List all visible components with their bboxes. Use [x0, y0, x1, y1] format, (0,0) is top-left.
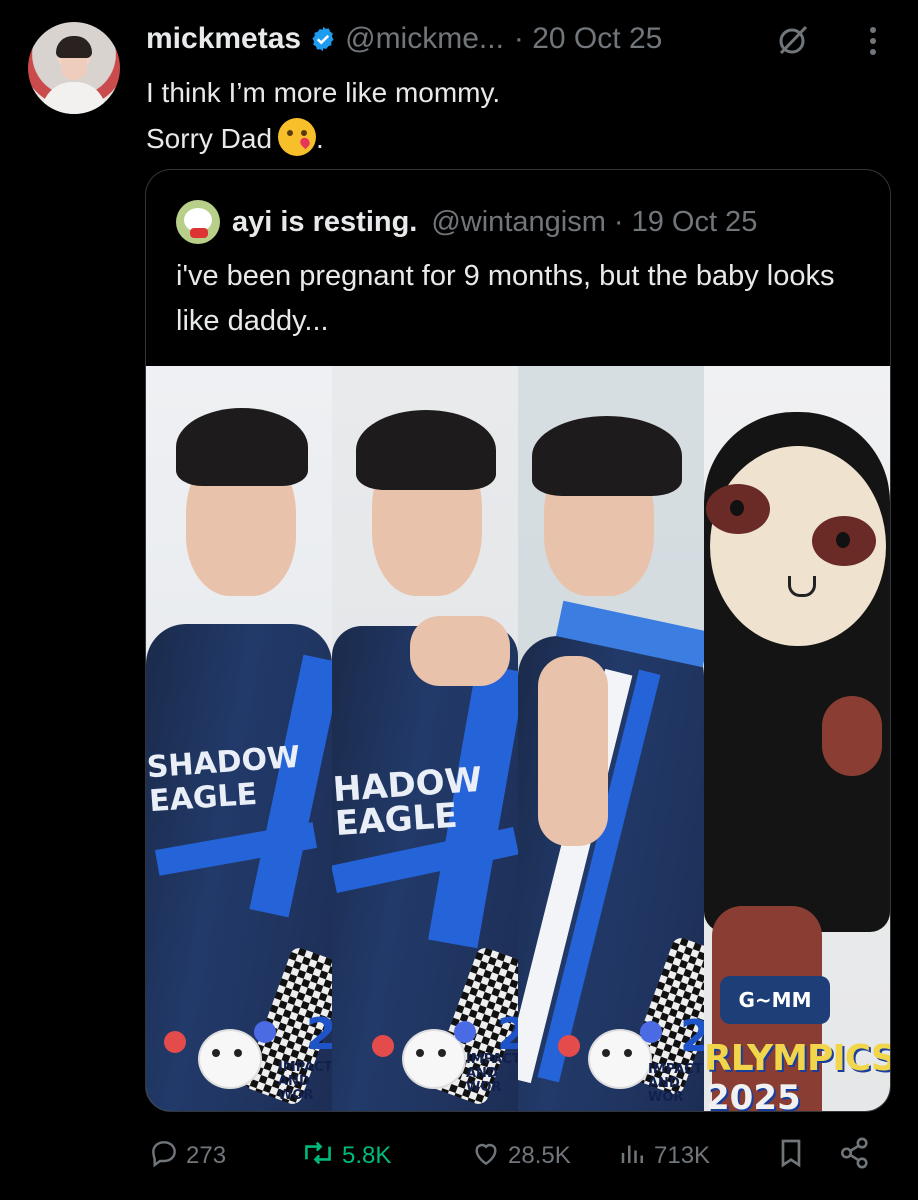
- like-button[interactable]: 28.5K: [470, 1132, 571, 1180]
- bookmark-button[interactable]: [775, 1132, 813, 1180]
- jersey-text-2: HADOW EAGLE: [332, 759, 484, 845]
- photo-panel-3[interactable]: 2 IMPACTAND WOR: [518, 366, 704, 1111]
- like-count: 28.5K: [508, 1142, 571, 1169]
- reply-button[interactable]: 273: [148, 1132, 226, 1180]
- tweet-header: mickmetas @mickme... · 20 Oct 25: [146, 18, 662, 60]
- tweet-text-line2-words: Sorry Dad: [146, 123, 273, 154]
- quote-author-handle[interactable]: @wintangism: [431, 206, 606, 239]
- reply-count: 273: [186, 1142, 227, 1169]
- reply-icon: [148, 1137, 186, 1176]
- quoted-tweet[interactable]: ayi is resting. @wintangism · 19 Oct 25 …: [145, 169, 891, 1112]
- tweet-text: I think I’m more like mommy. Sorry Dad.: [146, 70, 500, 162]
- tweet-text-line1: I think I’m more like mommy.: [146, 77, 501, 108]
- event-badge-2: 2 IMPACTAND WOR: [332, 945, 518, 1111]
- grok-icon[interactable]: [775, 22, 811, 58]
- repost-icon: [300, 1137, 342, 1176]
- tweet-text-line2: Sorry Dad.: [146, 116, 500, 162]
- event-badge-1: 2 IMPACTAND WOR: [146, 945, 332, 1111]
- gmm-logo: G~MM: [720, 976, 830, 1024]
- photo-panel-1[interactable]: SHADOWEAGLE 2 IMPACTAND WOR: [146, 366, 332, 1111]
- photo-panel-4[interactable]: G~MM RLYMPICS 2025: [704, 366, 890, 1111]
- bookmark-icon: [775, 1136, 813, 1177]
- author-avatar[interactable]: [28, 22, 120, 114]
- author-handle[interactable]: @mickme...: [345, 22, 504, 56]
- views-button[interactable]: 713K: [618, 1132, 710, 1180]
- share-icon: [838, 1136, 878, 1177]
- quote-text: i've been pregnant for 9 months, but the…: [176, 260, 835, 337]
- quote-media-grid[interactable]: SHADOWEAGLE 2 IMPACTAND WOR HADOWEAGLE: [146, 366, 890, 1111]
- jersey-text-1: SHADOW EAGLE: [146, 739, 302, 820]
- author-name[interactable]: mickmetas: [146, 22, 301, 56]
- quote-header: ayi is resting. @wintangism · 19 Oct 25: [176, 200, 757, 244]
- tweet-actions: 273 5.8K 28.5K 713K: [0, 1132, 918, 1180]
- event-badge-3: 2 IMPACTAND WOR: [518, 935, 704, 1111]
- quote-author-name[interactable]: ayi is resting.: [232, 206, 417, 239]
- tweet-date[interactable]: · 20 Oct 25: [514, 22, 662, 56]
- repost-button[interactable]: 5.8K: [300, 1132, 391, 1180]
- share-button[interactable]: [838, 1132, 878, 1180]
- event-title: RLYMPICS: [704, 1038, 890, 1079]
- quote-author-avatar[interactable]: [176, 200, 220, 244]
- more-icon[interactable]: [858, 24, 888, 58]
- quote-date[interactable]: · 19 Oct 25: [614, 206, 757, 239]
- tweet-text-suffix: .: [316, 123, 324, 154]
- event-year: 2025: [706, 1078, 801, 1111]
- like-icon: [470, 1137, 508, 1176]
- views-icon: [618, 1137, 654, 1176]
- views-count: 713K: [654, 1142, 711, 1169]
- photo-panel-2[interactable]: HADOWEAGLE 2 IMPACTAND WOR: [332, 366, 518, 1111]
- kiss-emoji-icon: [278, 118, 317, 156]
- verified-badge-icon: [309, 25, 337, 53]
- repost-count: 5.8K: [342, 1142, 392, 1169]
